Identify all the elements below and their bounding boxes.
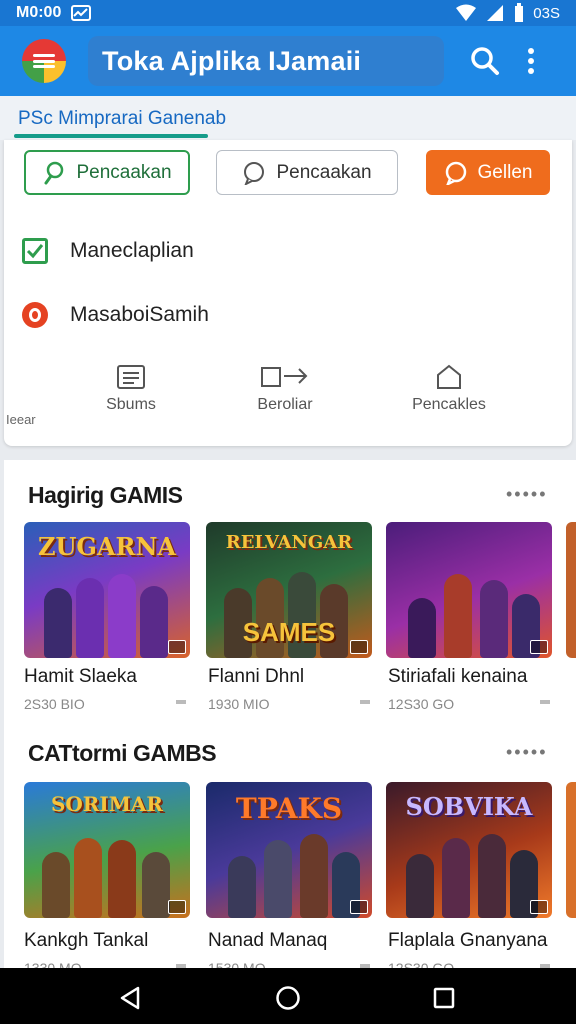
game-tile-partial[interactable]	[566, 522, 576, 658]
game-size: 2S30 BIO	[24, 696, 85, 712]
game-tile[interactable]: SOBVIKA	[386, 782, 552, 918]
game-name[interactable]: Hamit Slaeka	[24, 666, 137, 688]
game-tile[interactable]: SORIMAR	[24, 782, 190, 918]
search-primary-label: Pencaakan	[76, 161, 172, 183]
section-more-button[interactable]: •••••	[506, 484, 548, 505]
breadcrumb[interactable]: PSc Mimprarai Ganenab	[18, 108, 226, 130]
home-icon	[437, 364, 461, 389]
section-title: Hagirig GAMIS	[28, 482, 183, 508]
gamepad-icon	[530, 900, 548, 914]
person-search-icon	[44, 161, 64, 184]
battery-icon	[515, 3, 524, 22]
home-circle-icon[interactable]	[275, 985, 301, 1011]
app-title-box[interactable]: Toka Ajplika IJamaii	[88, 36, 444, 86]
game-art-title: SOBVIKA	[405, 792, 533, 821]
gamepad-icon	[168, 640, 186, 654]
app-title: Toka Ajplika IJamaii	[102, 45, 362, 76]
overflow-menu-icon[interactable]	[526, 46, 536, 76]
game-art-title: SORIMAR	[50, 792, 164, 816]
search-primary-button[interactable]: Pencaakan	[24, 150, 190, 195]
status-bar: M0:00 03S	[0, 0, 576, 26]
game-art-title: RELVANGAR	[225, 532, 353, 553]
gamepad-icon	[168, 900, 186, 914]
menu-item-records[interactable]: MasaboiSamih	[22, 302, 209, 328]
game-tile[interactable]: ZUGARNA	[24, 522, 190, 658]
export-icon	[261, 367, 308, 387]
menu-item-label: Maneclaplian	[70, 239, 194, 262]
orange-action-button[interactable]: Gellen	[426, 150, 550, 195]
shortcut-label: Sbums	[106, 396, 156, 413]
orange-action-label: Gellen	[477, 161, 533, 183]
menu-item-checklist[interactable]: Maneclaplian	[22, 238, 194, 264]
game-size: 1930 MIO	[208, 696, 270, 712]
divider	[540, 700, 550, 704]
system-nav-bar	[0, 968, 576, 1024]
back-icon[interactable]	[118, 986, 142, 1010]
section-more-button[interactable]: •••••	[506, 742, 548, 763]
search-secondary-label: Pencaakan	[276, 161, 372, 183]
game-art-subtitle: SAMES	[242, 617, 336, 647]
games-sections: Hagirig GAMIS ••••• ZUGARNA RELVANGAR SA…	[4, 460, 576, 980]
gamepad-icon	[530, 640, 548, 654]
game-tile[interactable]: TPAKS	[206, 782, 372, 918]
gamepad-icon	[350, 900, 368, 914]
game-tile[interactable]	[386, 522, 552, 658]
game-name[interactable]: Nanad Manaq	[208, 930, 327, 952]
search-secondary-button[interactable]: Pencaakan	[216, 150, 398, 195]
game-size: 12S30 GO	[388, 696, 455, 712]
action-card: Pencaakan Pencaakan Gellen Maneclaplian …	[4, 140, 572, 446]
gamepad-icon	[350, 640, 368, 654]
game-name[interactable]: Flanni Dhnl	[208, 666, 304, 688]
game-tile[interactable]: RELVANGAR SAMES	[206, 522, 372, 658]
game-art-title: TPAKS	[235, 792, 343, 825]
app-logo-icon[interactable]	[22, 39, 66, 83]
game-name[interactable]: Kankgh Tankal	[24, 930, 148, 952]
shortcut-beroliar[interactable]: Beroliar	[220, 364, 350, 414]
search-icon[interactable]	[470, 46, 500, 76]
game-tile-partial[interactable]	[566, 782, 576, 918]
notification-icon	[71, 5, 92, 21]
breadcrumb-underline	[14, 134, 208, 138]
chat-bubble-icon	[445, 161, 466, 185]
chat-bubble-icon	[244, 161, 265, 185]
wifi-icon	[456, 4, 477, 21]
list-icon	[117, 365, 145, 389]
battery-level: 03S	[533, 4, 560, 22]
game-art-title: ZUGARNA	[37, 532, 177, 561]
game-name[interactable]: Flaplala Gnanyana	[388, 930, 548, 952]
divider	[360, 700, 370, 704]
signal-icon	[487, 5, 504, 21]
section-title: CATtormi GAMBS	[28, 740, 217, 766]
recents-icon[interactable]	[433, 987, 455, 1009]
side-label: Ieear	[6, 412, 36, 427]
divider	[176, 700, 186, 704]
circle-icon	[22, 302, 48, 328]
checkbox-icon	[22, 238, 48, 264]
clock: M0:00	[16, 4, 62, 21]
shortcut-pencakles[interactable]: Pencakles	[384, 364, 514, 414]
shortcut-label: Beroliar	[257, 396, 313, 413]
game-name[interactable]: Stiriafali kenaina	[388, 666, 527, 688]
shortcut-sbums[interactable]: Sbums	[66, 364, 196, 414]
menu-item-label: MasaboiSamih	[70, 303, 209, 326]
app-bar: Toka Ajplika IJamaii	[0, 26, 576, 96]
shortcut-label: Pencakles	[412, 396, 486, 413]
